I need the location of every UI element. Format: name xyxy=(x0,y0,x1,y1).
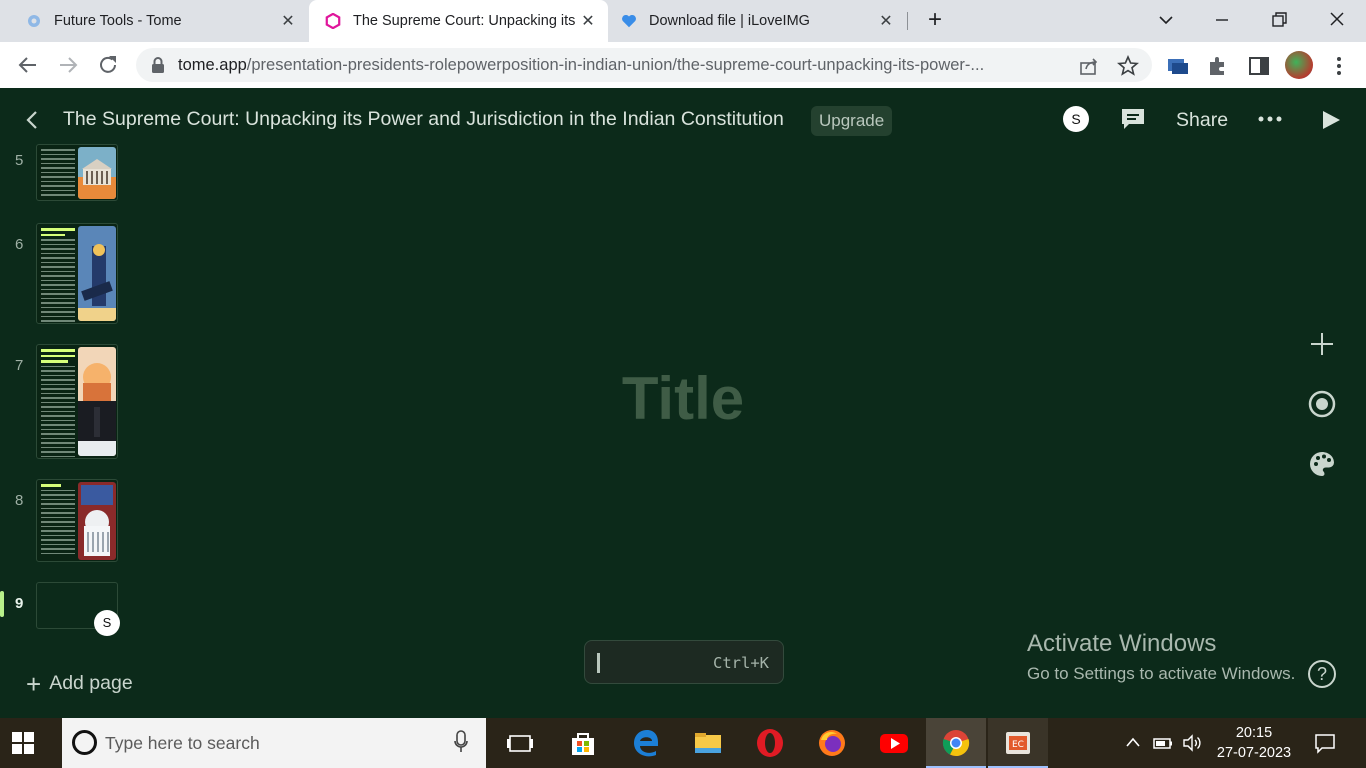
tab-title: Download file | iLoveIMG xyxy=(649,13,810,29)
show-hidden-icons-chevron-icon[interactable] xyxy=(1124,734,1142,750)
lock-icon[interactable] xyxy=(150,56,166,74)
page-number: 8 xyxy=(15,492,24,509)
edge-browser-icon[interactable] xyxy=(631,728,661,758)
add-page-button[interactable]: + Add page xyxy=(26,668,133,699)
page-thumbnail-6[interactable] xyxy=(36,223,118,324)
parliament-dome-thumbnail-image xyxy=(78,482,116,560)
forward-arrow-icon[interactable] xyxy=(55,52,81,78)
comment-icon[interactable] xyxy=(1120,107,1146,131)
share-page-icon[interactable] xyxy=(1078,55,1100,77)
theme-palette-icon[interactable] xyxy=(1307,449,1337,479)
back-chevron-icon[interactable] xyxy=(22,108,42,132)
url-host: tome.app xyxy=(178,56,247,74)
tab-title: The Supreme Court: Unpacking its xyxy=(353,13,576,29)
profile-avatar[interactable] xyxy=(1285,51,1313,79)
close-tab-icon[interactable]: ✕ xyxy=(278,11,298,31)
opera-icon[interactable] xyxy=(755,728,785,758)
url-path: /presentation-presidents-rolepowerpositi… xyxy=(246,56,985,74)
microphone-icon[interactable] xyxy=(454,730,468,754)
clock-date: 27-07-2023 xyxy=(1216,745,1292,761)
chrome-icon xyxy=(942,730,970,757)
page-thumbnail-5[interactable] xyxy=(36,144,118,201)
tome-favicon-icon xyxy=(325,13,341,29)
tab-search-icon[interactable] xyxy=(1152,8,1180,32)
browser-tab-strip: Future Tools - Tome ✕ The Supreme Court:… xyxy=(0,0,1366,42)
play-presentation-icon[interactable] xyxy=(1320,108,1342,132)
active-page-indicator xyxy=(0,591,4,617)
search-placeholder: Type here to search xyxy=(105,733,260,753)
supreme-court-building-thumbnail-image xyxy=(78,147,116,199)
add-tile-icon[interactable] xyxy=(1307,329,1337,359)
heart-favicon-icon xyxy=(622,14,636,28)
plus-icon: + xyxy=(26,668,42,699)
address-bar[interactable]: tome.app/presentation-presidents-rolepow… xyxy=(136,48,1152,82)
battery-icon[interactable] xyxy=(1152,732,1174,754)
page-number: 6 xyxy=(15,236,24,253)
firefox-icon[interactable] xyxy=(817,728,847,758)
chrome-menu-icon[interactable] xyxy=(1327,54,1351,78)
page-number: 9 xyxy=(15,595,24,612)
reload-icon[interactable] xyxy=(95,52,121,78)
bookmark-star-icon[interactable] xyxy=(1117,55,1139,77)
chrome-taskbar-button[interactable] xyxy=(926,718,986,768)
tome-editor: The Supreme Court: Unpacking its Power a… xyxy=(0,88,1366,718)
more-options-icon[interactable] xyxy=(1256,107,1284,131)
tab-ilovemg[interactable]: Download file | iLoveIMG ✕ xyxy=(609,0,906,42)
volume-icon[interactable] xyxy=(1181,732,1203,754)
minimize-icon[interactable] xyxy=(1208,8,1236,32)
extensions-puzzle-icon[interactable] xyxy=(1206,54,1230,78)
side-panel-icon[interactable] xyxy=(1247,54,1271,78)
system-clock[interactable]: 20:15 27-07-2023 xyxy=(1208,723,1300,763)
thumbnail-text-lines xyxy=(41,228,75,323)
add-page-label: Add page xyxy=(49,672,133,694)
share-button[interactable]: Share xyxy=(1176,109,1228,132)
page-number: 5 xyxy=(15,152,24,169)
activate-windows-subtext: Go to Settings to activate Windows. xyxy=(1027,664,1296,683)
back-arrow-icon[interactable] xyxy=(15,52,41,78)
windows-taskbar: Type here to search EC 20:15 27-07-2023 xyxy=(0,718,1366,768)
close-tab-icon[interactable]: ✕ xyxy=(578,11,598,31)
url-text: tome.app/presentation-presidents-rolepow… xyxy=(178,56,1068,75)
thumbnail-user-avatar: S xyxy=(94,610,120,636)
tab-separator xyxy=(907,12,908,30)
page-title-placeholder[interactable]: Title xyxy=(0,364,1366,433)
justice-statue-thumbnail-image xyxy=(78,226,116,321)
taskbar-search[interactable]: Type here to search xyxy=(62,718,486,768)
user-avatar[interactable]: S xyxy=(1063,106,1089,132)
new-tab-button[interactable]: + xyxy=(923,8,947,33)
clock-time: 20:15 xyxy=(1235,725,1273,741)
tab-title: Future Tools - Tome xyxy=(54,13,182,29)
tab-future-tools[interactable]: Future Tools - Tome ✕ xyxy=(0,0,308,42)
shortcut-hint: Ctrl+K xyxy=(713,654,769,672)
presentation-app-icon: EC xyxy=(1006,732,1030,754)
text-caret xyxy=(597,653,600,673)
restore-icon[interactable] xyxy=(1265,8,1293,32)
store-icon[interactable] xyxy=(568,728,598,758)
gear-favicon-icon xyxy=(28,15,40,27)
record-icon[interactable] xyxy=(1307,389,1337,419)
extension-screen-icon[interactable] xyxy=(1166,54,1190,78)
activate-windows-watermark: Activate Windows Go to Settings to activ… xyxy=(1027,630,1295,684)
youtube-icon[interactable] xyxy=(879,728,909,758)
windows-start-icon[interactable] xyxy=(12,732,34,754)
search-ring-icon xyxy=(72,730,97,755)
notification-center-icon[interactable] xyxy=(1314,732,1336,754)
command-prompt-bar[interactable]: Ctrl+K xyxy=(584,640,784,684)
browser-toolbar: tome.app/presentation-presidents-rolepow… xyxy=(0,42,1366,88)
document-title[interactable]: The Supreme Court: Unpacking its Power a… xyxy=(63,108,784,131)
svg-text:EC: EC xyxy=(1012,740,1024,750)
help-icon[interactable]: ? xyxy=(1308,660,1336,688)
page-thumbnail-8[interactable] xyxy=(36,479,118,562)
task-view-icon[interactable] xyxy=(505,728,535,758)
presentation-app-taskbar-button[interactable]: EC xyxy=(988,718,1048,768)
tab-supreme-court[interactable]: The Supreme Court: Unpacking its ✕ xyxy=(309,0,608,42)
thumbnail-text-lines xyxy=(41,484,75,557)
thumbnail-text-lines xyxy=(41,149,75,199)
editor-header: The Supreme Court: Unpacking its Power a… xyxy=(0,88,1366,150)
close-window-icon[interactable] xyxy=(1323,8,1351,32)
close-tab-icon[interactable]: ✕ xyxy=(876,11,896,31)
activate-windows-heading: Activate Windows xyxy=(1027,630,1217,657)
file-explorer-icon[interactable] xyxy=(693,728,723,758)
upgrade-button[interactable]: Upgrade xyxy=(811,106,893,136)
